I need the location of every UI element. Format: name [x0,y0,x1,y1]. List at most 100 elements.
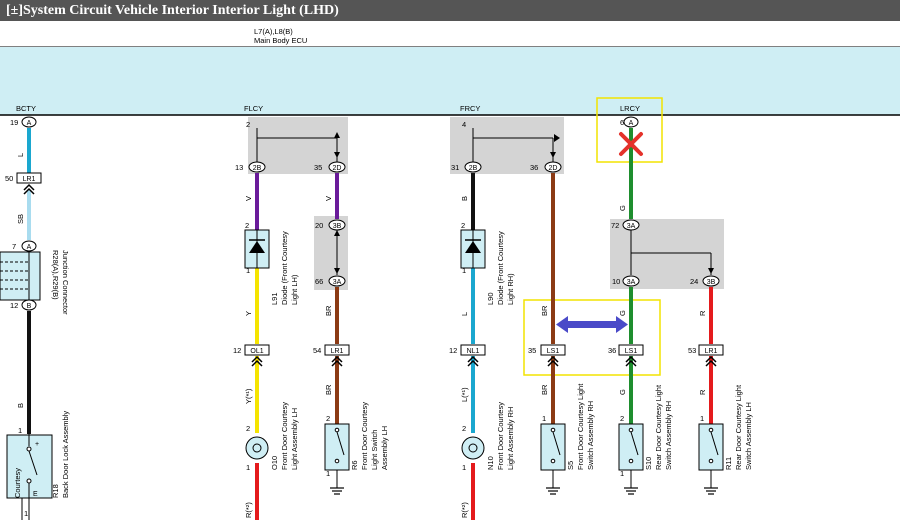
r28-id: R28(A),R29(B) [51,250,60,300]
svg-text:G: G [618,310,627,316]
svg-text:V: V [324,196,333,201]
r18-e: E [33,491,38,498]
svg-text:2: 2 [246,424,250,433]
r6-id: R6 [350,460,359,470]
svg-text:Light Assembly LH: Light Assembly LH [290,408,299,470]
svg-text:2: 2 [462,424,466,433]
l91-name-line1: Diode (Front Courtesy [280,231,289,305]
switch-r11: R11 Rear Door Courtesy Light Switch Asse… [698,384,753,495]
svg-text:LS1: LS1 [625,348,638,355]
svg-text:Y: Y [244,311,253,316]
l90-name-line1: Diode (Front Courtesy [496,231,505,305]
svg-text:LR1: LR1 [331,348,344,355]
s10-id: S10 [644,457,653,470]
svg-text:31: 31 [451,163,459,172]
svg-text:L(*¹): L(*¹) [460,387,469,402]
n10-id: N10 [486,456,495,470]
l91-name-line2: Light LH) [290,274,299,305]
svg-text:A: A [629,120,634,127]
svg-text:LR1: LR1 [23,176,36,183]
svg-text:A: A [27,120,32,127]
svg-text:G: G [618,389,627,395]
svg-text:1: 1 [18,426,22,435]
svg-text:3A: 3A [627,223,636,230]
svg-text:36: 36 [608,346,616,355]
svg-text:Light Switch: Light Switch [370,430,379,470]
svg-text:G: G [618,205,627,211]
svg-text:BR: BR [540,305,549,316]
svg-text:2: 2 [245,221,249,230]
svg-text:B: B [27,303,32,310]
pin-3a-72: 3A [622,219,640,231]
svg-text:Switch Assembly RH: Switch Assembly RH [586,401,595,470]
svg-text:R(*²): R(*²) [460,502,469,518]
diode-l90: L90 Diode (Front Courtesy Light RH) [460,229,515,305]
svg-text:3A: 3A [627,279,636,286]
pin-numbers: 19 2 4 6 13 35 31 36 72 20 66 10 24 50 7… [5,118,704,518]
svg-text:19: 19 [10,118,18,127]
svg-text:B: B [460,196,469,201]
diagram-title: System Circuit Vehicle Interior Interior… [23,3,339,18]
r18-switch-label: Courtesy [13,468,22,498]
pin-3a-66: 3A [328,275,346,287]
svg-text:2D: 2D [549,165,558,172]
switch-s5: S5 Front Door Courtesy Light Switch Asse… [540,383,595,495]
r18-name: Back Door Lock Assembly [61,411,70,498]
svg-text:Rear Door Courtesy Light: Rear Door Courtesy Light [734,384,743,470]
diagram-title-bar: [±]System Circuit Vehicle Interior Inter… [0,0,900,21]
svg-text:1: 1 [24,509,28,518]
svg-text:Front Door Courtesy: Front Door Courtesy [360,402,369,470]
svg-text:1: 1 [462,463,466,472]
svg-text:Rear Door Courtesy Light: Rear Door Courtesy Light [654,384,663,470]
svg-text:L: L [460,312,469,316]
pin-a-7: A [21,240,37,252]
pin-3b-20: 3B [328,219,346,231]
svg-text:2D: 2D [333,165,342,172]
switch-s10: S10 Rear Door Courtesy Light Switch Asse… [618,384,673,495]
pin-3a-10: 3A [622,275,640,287]
svg-text:7: 7 [12,242,16,251]
svg-text:6: 6 [620,118,624,127]
svg-text:12: 12 [449,346,457,355]
svg-text:OL1: OL1 [250,348,263,355]
svg-text:10: 10 [612,277,620,286]
svg-text:BR: BR [324,305,333,316]
svg-text:Front Door Courtesy: Front Door Courtesy [280,402,289,470]
svg-text:13: 13 [235,163,243,172]
wiring-diagram: L7(A),L8(B) Main Body ECU BCTY FLCY FRCY… [0,27,900,520]
svg-text:4: 4 [462,120,466,129]
main-body-ecu: L7(A),L8(B) Main Body ECU BCTY FLCY FRCY… [0,27,900,116]
pin-a-6: A [623,116,639,128]
l91-id: L91 [270,292,279,305]
svg-text:R: R [698,389,707,395]
svg-text:Switch Assembly LH: Switch Assembly LH [744,402,753,470]
svg-text:Front Door Courtesy: Front Door Courtesy [496,402,505,470]
svg-text:Assembly LH: Assembly LH [380,426,389,470]
svg-text:12: 12 [10,301,18,310]
pin-2d-35: 2D [328,161,346,173]
pin-a-19: A [21,116,37,128]
svg-text:NL1: NL1 [467,348,480,355]
svg-text:Y(*¹): Y(*¹) [244,388,253,404]
svg-text:2: 2 [326,414,330,423]
svg-text:53: 53 [688,346,696,355]
svg-text:3B: 3B [707,279,716,286]
lamp-n10: N10 Front Door Courtesy Light Assembly R… [461,402,515,470]
svg-text:BR: BR [324,384,333,395]
svg-text:R: R [698,310,707,316]
svg-text:R(*²): R(*²) [244,502,253,518]
r28-name: Junction Connector [61,250,70,315]
svg-text:66: 66 [315,277,323,286]
svg-text:3B: 3B [333,223,342,230]
svg-text:3A: 3A [333,279,342,286]
svg-text:B: B [16,403,25,408]
terminal-flcy: FLCY [244,104,263,113]
expand-toggle[interactable]: [±] [6,3,23,18]
svg-text:36: 36 [530,163,538,172]
svg-text:20: 20 [315,221,323,230]
svg-text:35: 35 [314,163,322,172]
svg-text:12: 12 [233,346,241,355]
svg-text:2B: 2B [253,165,262,172]
terminal-bcty: BCTY [16,104,36,113]
svg-text:Front Door Courtesy Light: Front Door Courtesy Light [576,383,585,470]
